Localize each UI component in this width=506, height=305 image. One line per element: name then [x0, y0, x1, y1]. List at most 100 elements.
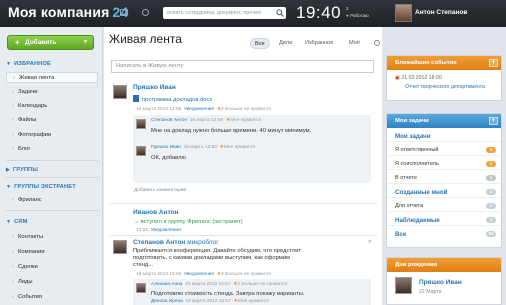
arrow-icon: › — [12, 249, 14, 255]
user-name[interactable]: Антон Степанов — [415, 9, 467, 16]
comment-author[interactable]: Степанов Антон — [151, 118, 187, 123]
birthday-name[interactable]: Пряшко Иван — [419, 279, 462, 286]
work-status[interactable]: 2 ● Работаю — [346, 5, 369, 19]
task-item-for-report[interactable]: Для отчета 2 — [387, 201, 501, 212]
avatar[interactable] — [113, 240, 127, 254]
section-groups[interactable]: ▶ ГРУППЫ — [6, 167, 38, 173]
chevron-right-icon: ▶ — [6, 167, 11, 173]
add-comment-link[interactable]: Добавить комментарий — [134, 188, 186, 193]
comment-author[interactable]: Алехина Анна — [151, 282, 182, 287]
birthdays-title: Дни рождения — [395, 262, 437, 268]
avatar[interactable] — [136, 146, 146, 156]
like-link[interactable]: Мне нравится — [238, 299, 269, 304]
task-label: Для отчета — [395, 203, 424, 209]
post-author[interactable]: Иванов Антон — [133, 209, 179, 216]
comment-meta: Алехина Анна 19 марта 2012 16:57 ★2 Боль… — [151, 282, 287, 287]
section-favorites[interactable]: ▼ ИЗБРАННОЕ — [6, 61, 51, 67]
sidebar-item-tasks[interactable]: › Задачи — [6, 87, 98, 98]
add-button[interactable]: + Добавить ▼ — [7, 35, 94, 50]
task-label: В отчете — [395, 175, 417, 181]
task-count: 10 — [486, 231, 496, 237]
avatar[interactable] — [136, 119, 146, 129]
company-logo[interactable]: Моя компания 24 — [8, 4, 129, 20]
gear-icon[interactable] — [374, 40, 380, 46]
avatar[interactable] — [136, 283, 146, 293]
comment-author[interactable]: Пряшко Иван — [151, 145, 181, 150]
task-item-report[interactable]: В отчете 0 — [387, 173, 501, 184]
tab-favorites[interactable]: Избранное — [305, 38, 333, 49]
post-author-name[interactable]: Степанов Антон — [133, 239, 185, 246]
feed-post: Пряшко Иван программа докладов.docx 16 м… — [109, 82, 377, 200]
task-item-responsible[interactable]: Я ответственный 5 — [387, 145, 501, 156]
notify-link[interactable]: Уведомления — [184, 107, 214, 112]
avatar[interactable] — [395, 277, 412, 294]
tab-all[interactable]: Все — [250, 38, 270, 49]
sidebar-item-files[interactable]: › Файлы — [6, 115, 98, 126]
events-panel: Ближайшие события + ▣ 21.03.2012 18:00 От… — [386, 55, 502, 101]
notifications-icon[interactable] — [142, 9, 149, 16]
tab-tasks[interactable]: Дела — [279, 38, 292, 49]
chevron-down-icon: ▼ — [6, 184, 12, 190]
arrow-icon: › — [12, 234, 14, 240]
divider — [6, 160, 98, 161]
messages-icon[interactable] — [120, 9, 128, 16]
sidebar-item-calendar[interactable]: › Календарь — [6, 101, 98, 112]
add-event-button[interactable]: + — [489, 59, 498, 67]
like-link[interactable]: Мне нравится — [224, 145, 255, 150]
event-date-text: 21.03.2012 18:00 — [401, 75, 442, 81]
comment-author[interactable]: Денова Ирена — [151, 299, 183, 304]
section-crm[interactable]: ▼ CRM — [6, 219, 28, 225]
sidebar-item-leads[interactable]: › Лиды — [6, 277, 98, 288]
like-link[interactable]: 2 Больше не нравится — [221, 107, 271, 112]
notify-link[interactable]: Уведомления — [184, 272, 214, 277]
arrow-icon: › — [12, 89, 14, 95]
notify-link[interactable]: Уведомления — [151, 228, 181, 233]
main-feed: Живая лента Все Дела Избранное Моё Напис… — [104, 27, 382, 305]
doc-link[interactable]: программа докладов.docx — [133, 95, 212, 103]
task-item-all[interactable]: Все 10 — [387, 229, 501, 240]
user-avatar[interactable] — [395, 4, 412, 22]
task-label: Я ответственный — [395, 147, 439, 153]
event-link[interactable]: Отчет творческого департамента — [405, 84, 485, 90]
task-item-created[interactable]: Созданные мной 2 — [387, 187, 501, 198]
like-link[interactable]: 3 Больше не нравится — [221, 272, 271, 277]
sidebar-item-label: Фотографии — [18, 132, 52, 138]
close-icon[interactable]: ✕ — [368, 239, 372, 245]
birthdays-panel: Дни рождения Пряшко Иван 22 Марта — [386, 257, 502, 305]
section-extranet[interactable]: ▼ ГРУППЫ ЭКСТРАНЕТ — [6, 184, 76, 190]
status-count: 2 — [346, 6, 349, 11]
chevron-down-icon: ▼ — [6, 219, 12, 225]
sidebar-item-contacts[interactable]: › Контакты — [6, 232, 98, 243]
sidebar-item-blog[interactable]: › Блог — [6, 144, 98, 155]
plus-icon: + — [15, 38, 20, 47]
arrow-icon: › — [12, 132, 14, 138]
sidebar-item-companies[interactable]: › Компании — [6, 247, 98, 258]
sidebar-item-photos[interactable]: › Фотографии — [6, 130, 98, 141]
like-link[interactable]: 2 Больше не нравится — [237, 282, 287, 287]
sidebar-item-deals[interactable]: › Сделки — [6, 262, 98, 273]
post-time: 13:52 — [136, 228, 149, 233]
arrow-icon: › — [12, 279, 14, 285]
post-author[interactable]: Пряшко Иван — [133, 84, 176, 91]
search-input[interactable]: искать сотрудника, документ, прочее — [163, 7, 286, 19]
sidebar-item-events[interactable]: › События — [6, 292, 98, 303]
avatar[interactable] — [113, 85, 127, 99]
comment-meta: Пряшко Иван 16 марта 12:59 ★Мне нравится — [151, 145, 255, 150]
task-label: Наблюдаемые — [395, 217, 440, 224]
add-task-button[interactable]: + — [489, 117, 498, 125]
task-item-my[interactable]: Мои задачи — [387, 131, 501, 142]
search-icon[interactable] — [276, 9, 284, 17]
blog-link[interactable]: микроблог — [187, 239, 218, 246]
task-item-coexecutor[interactable]: Я соисполнитель 5 — [387, 159, 501, 170]
join-text[interactable]: вступил в группу Фриланс (экстранет) — [141, 219, 243, 225]
like-link[interactable]: Мне нравится — [230, 118, 261, 123]
task-count: 5 — [486, 161, 496, 167]
sidebar-item-freelance[interactable]: › Фриланс — [6, 195, 98, 206]
section-favorites-label: ИЗБРАННОЕ — [14, 61, 51, 67]
post-input[interactable]: Написать в Живую ленту — [111, 60, 374, 73]
tab-mine[interactable]: Моё — [349, 38, 360, 49]
sidebar-item-live-feed[interactable]: › Живая лента — [6, 72, 98, 83]
events-title: Ближайшие события — [395, 60, 457, 66]
clock-time[interactable]: 19:40 — [296, 3, 341, 23]
task-item-watched[interactable]: Наблюдаемые 3 — [387, 215, 501, 226]
